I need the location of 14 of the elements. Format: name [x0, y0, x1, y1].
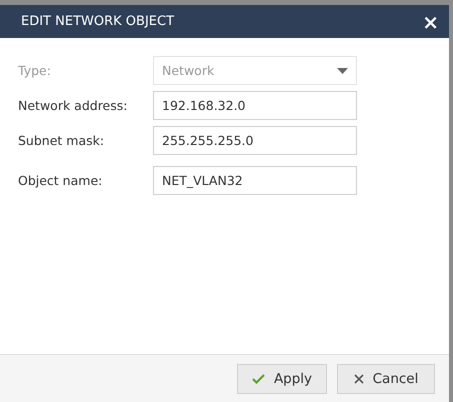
field-label: Subnet mask:: [18, 133, 106, 148]
checkmark-icon: [252, 374, 265, 384]
field-label: Network address:: [18, 98, 128, 113]
input-field[interactable]: 255.255.255.0: [153, 126, 357, 155]
close-icon: [354, 374, 364, 384]
cancel-button[interactable]: Cancel: [337, 364, 435, 394]
caret-icon: [337, 68, 348, 74]
input-field[interactable]: NET_VLAN32: [153, 166, 357, 195]
field-label: Object name:: [18, 173, 104, 188]
dialog-title: EDIT NETWORK OBJECT: [21, 14, 174, 29]
apply-button[interactable]: Apply: [237, 364, 327, 394]
close-button[interactable]: ×: [422, 12, 439, 32]
input-field[interactable]: 192.168.32.0: [153, 91, 357, 120]
field-label: Type:: [18, 63, 52, 78]
